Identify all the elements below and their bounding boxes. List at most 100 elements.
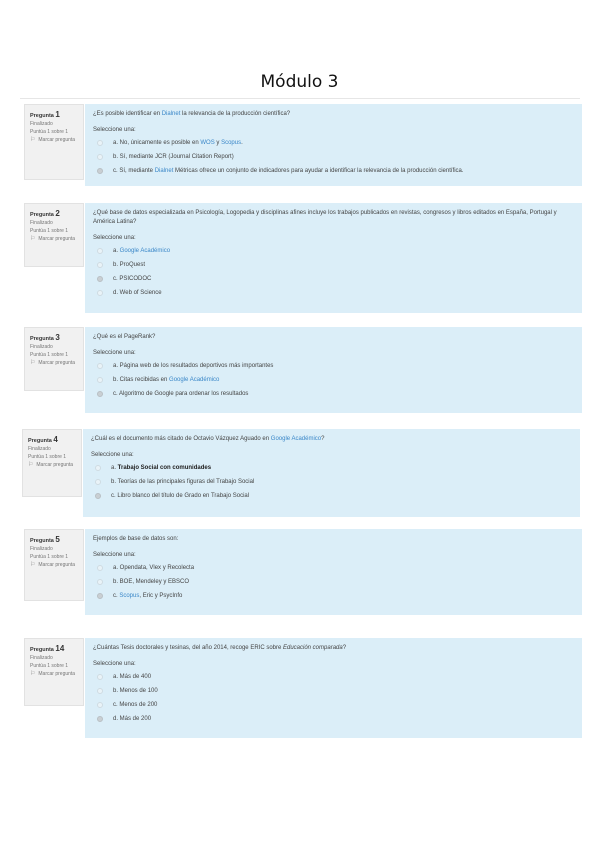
answer-option[interactable]: a. Opendata, Vlex y Recolecta <box>93 561 574 575</box>
answer-option[interactable]: a. Google Académico <box>93 244 574 258</box>
answer-option[interactable]: c. Sí, mediante Dialnet Métricas ofrece … <box>93 164 574 178</box>
radio-button[interactable] <box>97 248 103 254</box>
option-label: a. Más de 400 <box>113 674 151 680</box>
inline-link[interactable]: Google Académico <box>120 248 170 254</box>
option-label: c. Algoritmo de Google para ordenar los … <box>113 391 248 397</box>
answer-option[interactable]: b. Menos de 100 <box>93 684 574 698</box>
question-number-value: 1 <box>55 110 60 119</box>
inline-link[interactable]: Scopus <box>119 593 139 599</box>
radio-button[interactable] <box>97 593 103 599</box>
flag-question-button[interactable]: ⚐ Marcar pregunta <box>30 562 78 570</box>
radio-button[interactable] <box>97 377 103 383</box>
answer-option[interactable]: a. No, únicamente es posible en WOS y Sc… <box>93 136 574 150</box>
flag-question-button[interactable]: ⚐ Marcar pregunta <box>30 671 78 679</box>
question-info: Pregunta 2 Finalizado Puntúa 1 sobre 1 ⚐ Mar… <box>24 203 84 267</box>
question-number-value: 14 <box>55 644 65 653</box>
radio-button[interactable] <box>97 674 103 680</box>
text-segment: ¿Cuál es el documento más citado de Octa… <box>91 436 271 442</box>
radio-button[interactable] <box>97 262 103 268</box>
answer-option[interactable]: a. Página web de los resultados deportiv… <box>93 359 574 373</box>
radio-button[interactable] <box>97 391 103 397</box>
radio-button[interactable] <box>97 688 103 694</box>
question-status: Finalizado <box>28 446 51 453</box>
flag-question-button[interactable]: ⚐ Marcar pregunta <box>28 462 76 470</box>
answer-option[interactable]: b. Teorías de las principales figuras de… <box>91 475 572 489</box>
answer-option[interactable]: c. Libro blanco del título de Grado en T… <box>91 489 572 503</box>
radio-button[interactable] <box>97 168 103 174</box>
option-label: a. No, únicamente es posible en WOS y Sc… <box>113 140 243 146</box>
radio-button[interactable] <box>95 479 101 485</box>
inline-link[interactable]: Google Académico <box>169 377 219 383</box>
inline-link[interactable]: Dialnet <box>155 168 174 174</box>
answer-option[interactable]: b. ProQuest <box>93 258 574 272</box>
text-segment: b. ProQuest <box>113 262 146 268</box>
inline-link[interactable]: Google Académico <box>271 436 321 442</box>
flag-question-button[interactable]: ⚐ Marcar pregunta <box>30 137 78 145</box>
flag-icon: ⚐ <box>30 561 36 568</box>
option-label: c. Scopus, Eric y PsycInfo <box>113 593 182 599</box>
option-label: b. ProQuest <box>113 262 145 268</box>
answer-option[interactable]: b. Citas recibidas en Google Académico <box>93 373 574 387</box>
radio-button[interactable] <box>97 290 103 296</box>
answer-option[interactable]: b. Sí, mediante JCR (Journal Citation Re… <box>93 150 574 164</box>
answer-option[interactable]: a. Más de 400 <box>93 670 574 684</box>
flag-question-button[interactable]: ⚐ Marcar pregunta <box>30 236 78 244</box>
option-label: a. Página web de los resultados deportiv… <box>113 363 273 369</box>
bold-text: Trabajo Social con comunidades <box>117 465 212 471</box>
text-segment: a. <box>113 248 120 254</box>
question-number: Pregunta 1 <box>30 109 78 121</box>
text-segment: ¿Qué base de datos especializada en Psic… <box>93 210 557 225</box>
answer-option[interactable]: d. Más de 200 <box>93 712 574 726</box>
radio-button[interactable] <box>97 579 103 585</box>
text-segment: c. Sí, mediante <box>113 168 155 174</box>
answer-option[interactable]: b. BOE, Mendeley y EBSCO <box>93 575 574 589</box>
radio-button[interactable] <box>97 716 103 722</box>
radio-button[interactable] <box>95 493 101 499</box>
select-prompt: Seleccione una: <box>91 452 134 458</box>
radio-button[interactable] <box>97 702 103 708</box>
radio-button[interactable] <box>97 154 103 160</box>
question-status: Finalizado <box>30 546 53 553</box>
question-label: Pregunta <box>30 336 56 342</box>
flag-icon: ⚐ <box>30 136 36 143</box>
flag-question-button[interactable]: ⚐ Marcar pregunta <box>30 360 78 368</box>
flag-icon: ⚐ <box>30 670 36 677</box>
question-status: Finalizado <box>30 121 53 128</box>
select-prompt: Seleccione una: <box>93 552 136 558</box>
question-info: Pregunta 14 Finalizado Puntúa 1 sobre 1 ⚐ Ma… <box>24 638 84 706</box>
answer-option[interactable]: c. Menos de 200 <box>93 698 574 712</box>
text-segment: , Eric y PsycInfo <box>139 593 183 599</box>
text-segment: c. Algoritmo de Google para ordenar los … <box>113 391 249 397</box>
select-prompt: Seleccione una: <box>93 235 136 241</box>
question-number: Pregunta 14 <box>30 643 78 655</box>
italic-text: Educación comparada <box>283 645 343 651</box>
option-label: a. Google Académico <box>113 248 170 254</box>
option-label: b. Sí, mediante JCR (Journal Citation Re… <box>113 154 234 160</box>
flag-label: Marcar pregunta <box>38 136 76 143</box>
radio-button[interactable] <box>97 276 103 282</box>
question-info: Pregunta 5 Finalizado Puntúa 1 sobre 1 ⚐ Mar… <box>24 529 84 601</box>
answer-option[interactable]: c. Algoritmo de Google para ordenar los … <box>93 387 574 401</box>
flag-icon: ⚐ <box>30 359 36 366</box>
radio-button[interactable] <box>97 363 103 369</box>
question-score: Puntúa 1 sobre 1 <box>30 554 69 561</box>
question-info: Pregunta 1 Finalizado Puntúa 1 sobre 1 ⚐ Mar… <box>24 104 84 180</box>
text-segment: Métricas ofrece un conjunto de indicador… <box>173 168 464 174</box>
inline-link[interactable]: Dialnet <box>162 111 181 117</box>
question-number: Pregunta 4 <box>28 434 76 446</box>
answer-option[interactable]: c. Scopus, Eric y PsycInfo <box>93 589 574 603</box>
text-segment: ? <box>321 436 325 442</box>
inline-link[interactable]: WOS <box>200 140 214 146</box>
option-label: b. Citas recibidas en Google Académico <box>113 377 219 383</box>
inline-link[interactable]: Scopus <box>221 140 241 146</box>
answer-option[interactable]: d. Web of Science <box>93 286 574 300</box>
answer-option[interactable]: c. PSICODOC <box>93 272 574 286</box>
answer-option[interactable]: a. Trabajo Social con comunidades <box>91 461 572 475</box>
radio-button[interactable] <box>97 140 103 146</box>
radio-button[interactable] <box>95 465 101 471</box>
radio-button[interactable] <box>97 565 103 571</box>
option-label: b. Teorías de las principales figuras de… <box>111 479 254 485</box>
flag-icon: ⚐ <box>30 235 36 242</box>
text-segment: c. Libro blanco del título de Grado en T… <box>111 493 250 499</box>
question-score: Puntúa 1 sobre 1 <box>30 663 69 670</box>
